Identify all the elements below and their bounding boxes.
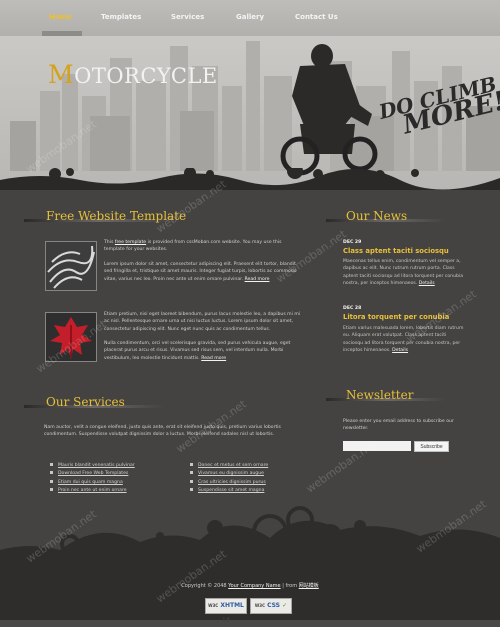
feathers-illustration xyxy=(46,242,96,290)
news-title-1[interactable]: Class aptent taciti sociosqu xyxy=(343,247,449,255)
list-item[interactable]: Vivamus eu dignissim augue xyxy=(190,470,268,478)
badge-w3c-label: W3C xyxy=(254,603,266,608)
newsletter-text: Please enter you email address to subscr… xyxy=(343,419,454,432)
header-grunge-divider xyxy=(0,168,500,190)
badge-css-label: CSS xyxy=(267,602,280,609)
etiam-paragraph: Etiam pretium, nisi eget laoreet bibendu… xyxy=(104,312,301,332)
footer-grunge-art xyxy=(0,506,500,572)
nav-templates[interactable]: Templates xyxy=(101,13,141,21)
nulla-paragraph: Nulla condimentum, orci vel scelerisque … xyxy=(104,340,302,362)
logo-text: OTORCYCLE xyxy=(74,64,218,88)
header: Home Templates Services Gallery Contact … xyxy=(0,0,500,190)
w3c-css-badge[interactable]: W3C CSS ✓ xyxy=(250,598,292,614)
news-text-1: Maecenas tellus enim, condimentum vel se… xyxy=(343,259,464,287)
list-item[interactable]: Donec et metus et sem ornare xyxy=(190,462,268,470)
company-name-link[interactable]: Your Company Name xyxy=(228,583,280,589)
red-leaf-image xyxy=(45,312,97,362)
site-logo[interactable]: MOTORCYCLE xyxy=(48,60,218,89)
news-heading: Our News xyxy=(346,209,408,223)
nav-active-indicator xyxy=(42,31,82,36)
newsletter-heading: Newsletter xyxy=(346,388,414,402)
free-template-link[interactable]: free template xyxy=(115,240,146,245)
nav-home[interactable]: Home xyxy=(49,13,72,21)
newsletter-email-input[interactable] xyxy=(343,441,411,451)
check-icon: ✓ xyxy=(282,602,288,609)
badge-w3c-label: W3C xyxy=(208,603,219,608)
copyright-separator: | from xyxy=(280,583,299,589)
copyright-text: Copyright © 2048 Your Company Name | fro… xyxy=(0,582,500,589)
news-details-link-2[interactable]: Details xyxy=(392,348,408,353)
news-date-2: DEC 28 xyxy=(343,306,362,311)
service-link[interactable]: Download Free Web Templates xyxy=(58,471,128,476)
services-intro: Nam auctor, velit a congue eleifend, jus… xyxy=(44,425,281,438)
service-link[interactable]: Vivamus eu dignissim augue xyxy=(198,471,264,476)
service-link[interactable]: Mauris blandit venenatis pulvinar xyxy=(58,463,135,468)
subscribe-button[interactable]: Subscribe xyxy=(414,441,449,452)
copyright-prefix: Copyright © 2048 xyxy=(181,583,229,589)
news-title-2[interactable]: Litora torquent per conubia xyxy=(343,313,449,321)
source-link[interactable]: 网站模板 xyxy=(299,583,319,589)
bullet-icon xyxy=(50,471,53,475)
news-details-link-1[interactable]: Details xyxy=(419,281,435,286)
nav-contact-us[interactable]: Contact Us xyxy=(295,13,338,21)
w3c-xhtml-badge[interactable]: W3C XHTML 1.0 xyxy=(205,598,247,622)
logo-initial: M xyxy=(48,60,75,89)
list-item[interactable]: Download Free Web Templates xyxy=(50,470,135,478)
footer: Copyright © 2048 Your Company Name | fro… xyxy=(0,570,500,622)
nav-services[interactable]: Services xyxy=(171,13,204,21)
news-date-1: DEC 29 xyxy=(343,240,362,245)
bullet-icon xyxy=(190,471,193,475)
bullet-icon xyxy=(50,463,53,466)
service-link[interactable]: Donec et metus et sem ornare xyxy=(198,463,268,468)
news-body-1: Maecenas tellus enim, condimentum vel se… xyxy=(343,258,467,288)
nav-gallery[interactable]: Gallery xyxy=(236,13,264,21)
read-more-link-2[interactable]: Read more xyxy=(201,356,226,361)
free-template-heading: Free Website Template xyxy=(46,209,187,223)
services-heading: Our Services xyxy=(46,395,125,409)
top-navigation: Home Templates Services Gallery Contact … xyxy=(0,0,500,36)
bullet-icon xyxy=(190,463,193,466)
intro-text-start: This xyxy=(104,240,115,245)
news-body-2: Etiam varius malesuada lorem, lobortis d… xyxy=(343,325,467,355)
badge-xhtml-label: XHTML xyxy=(220,602,244,609)
read-more-link-1[interactable]: Read more xyxy=(245,277,270,282)
intro-paragraph: This free template is provided from cssM… xyxy=(104,239,302,254)
feathers-image xyxy=(45,241,97,291)
list-item[interactable]: Mauris blandit venenatis pulvinar xyxy=(50,462,135,470)
red-leaf-illustration xyxy=(46,313,96,361)
nulla-text: Nulla condimentum, orci vel scelerisque … xyxy=(104,341,291,361)
lorem-paragraph: Lorem ipsum dolor sit amet, consectetur … xyxy=(104,261,302,283)
